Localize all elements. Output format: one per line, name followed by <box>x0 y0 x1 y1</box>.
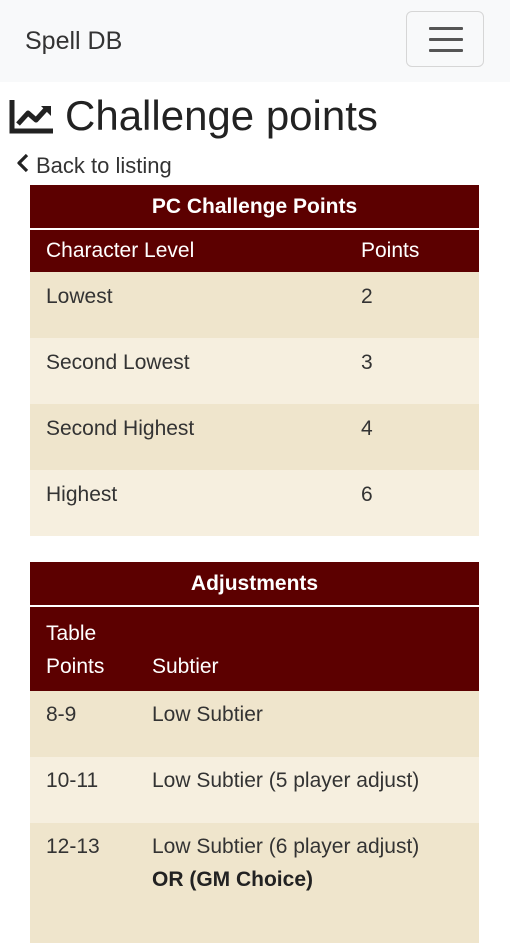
level-cell: Lowest <box>30 272 345 338</box>
table-row: Lowest 2 <box>30 272 479 338</box>
chevron-left-icon <box>16 153 30 179</box>
brand-link[interactable]: Spell DB <box>25 27 122 56</box>
table-points-cell: 12-13 <box>30 823 136 943</box>
points-cell: 2 <box>345 272 479 338</box>
table-caption: Adjustments <box>30 562 479 606</box>
back-to-listing-link[interactable]: Back to listing <box>16 153 172 179</box>
table-row: 12-13 Low Subtier (6 player adjust) OR (… <box>30 823 479 943</box>
adjustments-table: Adjustments Table Points Subtier 8-9 Low… <box>30 562 479 943</box>
subtier-cell: Low Subtier <box>136 691 479 757</box>
level-cell: Second Lowest <box>30 338 345 404</box>
column-header: Subtier <box>136 605 479 691</box>
line-chart-icon <box>9 98 55 134</box>
level-cell: Second Highest <box>30 404 345 470</box>
pc-challenge-points-table: PC Challenge Points Character Level Poin… <box>30 185 479 536</box>
navbar: Spell DB <box>0 0 510 82</box>
column-header: Character Level <box>30 228 345 272</box>
table-points-cell: 10-11 <box>30 757 136 823</box>
hamburger-menu-icon-bar <box>429 49 463 52</box>
column-header: Table Points <box>30 605 136 691</box>
page-title-text: Challenge points <box>65 92 378 139</box>
table-row: 8-9 Low Subtier <box>30 691 479 757</box>
hamburger-menu-icon-bar <box>429 38 463 41</box>
column-header: Points <box>345 228 479 272</box>
subtier-cell: Low Subtier (6 player adjust) OR (GM Cho… <box>136 823 479 943</box>
subtier-text: Low Subtier (6 player adjust) <box>152 835 420 858</box>
table-caption: PC Challenge Points <box>30 185 479 229</box>
hamburger-menu-icon <box>429 27 463 30</box>
points-cell: 6 <box>345 470 479 536</box>
table-row: Highest 6 <box>30 470 479 536</box>
page-title: Challenge points <box>9 90 378 142</box>
level-cell: Highest <box>30 470 345 536</box>
points-cell: 4 <box>345 404 479 470</box>
table-row: Second Highest 4 <box>30 404 479 470</box>
table-points-cell: 8-9 <box>30 691 136 757</box>
navbar-toggle-button[interactable] <box>406 11 484 67</box>
table-row: 10-11 Low Subtier (5 player adjust) <box>30 757 479 823</box>
table-row: Second Lowest 3 <box>30 338 479 404</box>
points-cell: 3 <box>345 338 479 404</box>
back-link-label: Back to listing <box>36 153 172 178</box>
gm-choice-text: OR (GM Choice) <box>152 868 313 891</box>
subtier-cell: Low Subtier (5 player adjust) <box>136 757 479 823</box>
